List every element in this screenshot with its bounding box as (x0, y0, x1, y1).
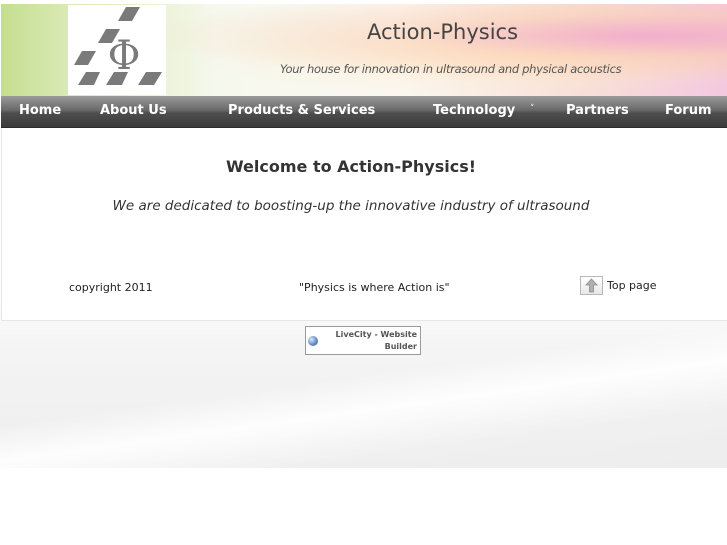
logo-tile (138, 72, 162, 85)
nav-products-services[interactable]: Products & Services (228, 96, 375, 127)
copyright-text: copyright 2011 (69, 281, 153, 294)
logo-tile (74, 51, 96, 65)
main-navigation: Home About Us Products & Services Techno… (1, 96, 727, 128)
logo-tile (78, 72, 100, 85)
intro-text: We are dedicated to boosting-up the inno… (112, 198, 590, 214)
site-tagline: Your house for innovation in ultrasound … (280, 62, 622, 76)
site-title: Action-Physics (367, 20, 519, 44)
badge-text: LiveCity - Website Builder (335, 330, 417, 351)
chevron-down-icon[interactable]: ˅ (530, 96, 535, 127)
nav-about-us[interactable]: About Us (100, 96, 167, 127)
top-page-link[interactable]: Top page (607, 279, 657, 292)
motto-text: "Physics is where Action is" (299, 281, 450, 294)
nav-technology[interactable]: Technology (433, 96, 515, 127)
logo-tile (118, 7, 140, 21)
globe-icon (308, 336, 318, 346)
nav-home[interactable]: Home (19, 96, 61, 127)
logo-graphic: Φ (74, 7, 162, 85)
welcome-heading: Welcome to Action-Physics! (225, 157, 477, 176)
arrow-up-icon (585, 278, 598, 293)
top-page-button[interactable] (580, 276, 603, 295)
livecity-badge[interactable]: LiveCity - Website Builder (305, 326, 421, 355)
nav-partners[interactable]: Partners (566, 96, 629, 127)
nav-forum[interactable]: Forum (665, 96, 712, 127)
site-logo[interactable]: Φ (68, 5, 166, 95)
logo-phi-symbol: Φ (108, 33, 141, 79)
